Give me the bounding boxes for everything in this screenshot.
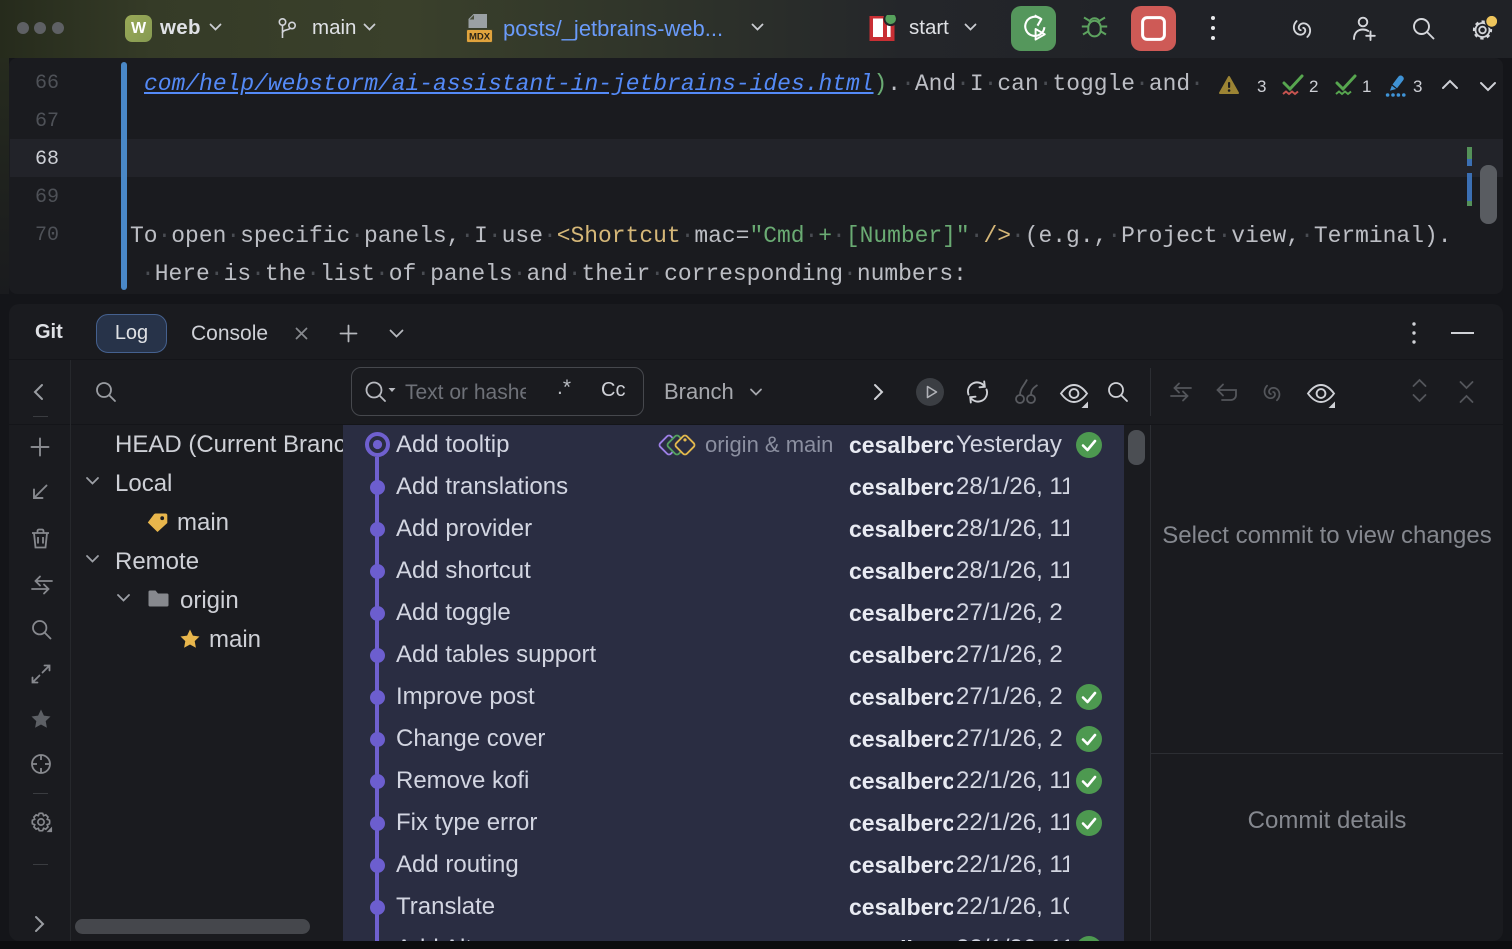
svg-text:MDX: MDX bbox=[469, 32, 491, 43]
svg-text:3: 3 bbox=[1257, 77, 1266, 96]
svg-text:3: 3 bbox=[1413, 77, 1422, 96]
svg-text:2: 2 bbox=[1309, 77, 1318, 96]
svg-text:1: 1 bbox=[1362, 77, 1371, 96]
